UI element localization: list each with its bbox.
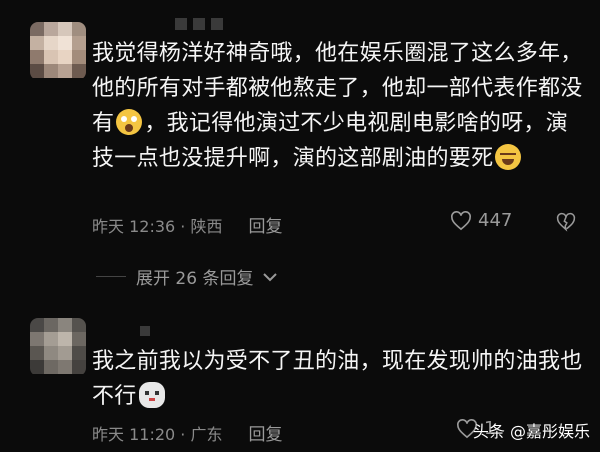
cat-face-icon	[138, 382, 165, 408]
expand-replies-label: 展开 26 条回复	[136, 269, 254, 289]
comment-1-meta: 昨天 12:36 · 陕西 回复	[92, 212, 282, 238]
broken-heart-icon	[556, 212, 576, 232]
watermark: 头条 @嘉彤娱乐	[473, 418, 590, 442]
avatar-comment-1[interactable]	[30, 22, 86, 80]
comment-2-meta: 昨天 11:20 · 广东 回复	[92, 420, 282, 446]
divider-line	[96, 276, 126, 277]
reply-button[interactable]: 回复	[248, 212, 282, 237]
username-blurred[interactable]	[140, 326, 150, 336]
chevron-down-icon	[263, 272, 278, 281]
expand-replies-button[interactable]: 展开 26 条回复	[96, 264, 278, 289]
comment-1-text: 我觉得杨洋好神奇哦，他在娱乐圈混了这么多年，他的所有对手都被他熬走了，他却一部代…	[92, 36, 588, 176]
comment-2-time: 昨天 11:20 · 广东	[92, 424, 223, 444]
like-button[interactable]: 447	[450, 210, 512, 231]
username-blurred[interactable]	[175, 18, 223, 30]
heart-icon	[451, 210, 471, 230]
comment-2-text: 我之前我以为受不了丑的油，现在发现帅的油我也不行	[92, 344, 588, 414]
comment-1-time: 昨天 12:36 · 陕西	[92, 216, 223, 236]
shocked-face-icon	[116, 109, 143, 135]
grinning-sweat-face-icon	[495, 144, 522, 170]
avatar-comment-2[interactable]	[30, 318, 86, 376]
reply-button[interactable]: 回复	[248, 420, 282, 445]
dislike-button[interactable]	[556, 212, 576, 236]
watermark-label: 头条 @嘉彤娱乐	[472, 422, 590, 441]
comment-2-text-part-a: 我之前我以为受不了丑的油，现在发现帅的油我也不行	[92, 349, 583, 409]
like-count: 447	[478, 210, 513, 231]
